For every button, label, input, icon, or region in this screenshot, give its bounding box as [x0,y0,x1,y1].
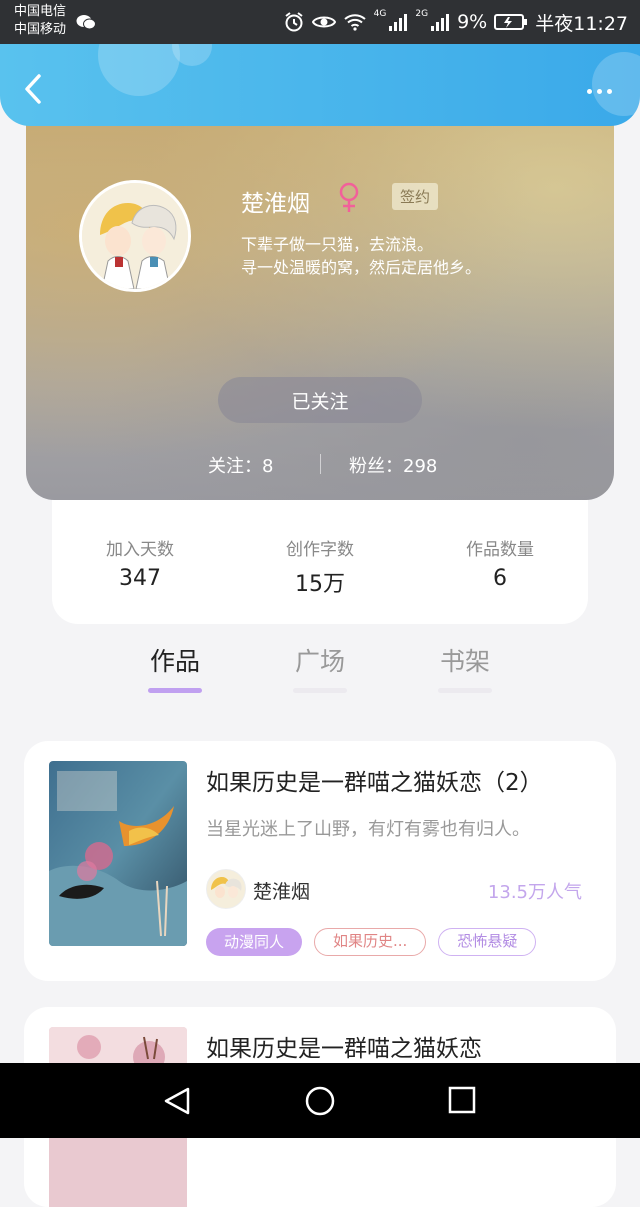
tab-indicator [293,688,347,693]
decor-bubble [98,44,180,96]
tab-label: 广场 [294,647,345,676]
stat-works-count: 作品数量 6 [420,535,580,591]
wifi-icon [344,14,366,31]
fans-count[interactable]: 粉丝：298 [349,452,437,478]
more-options-icon[interactable] [587,89,612,94]
carrier-1: 中国电信 [14,4,67,19]
stats-card: 加入天数 347 创作字数 15万 作品数量 6 [52,490,588,624]
stat-word-count: 创作字数 15万 [240,535,400,598]
system-nav-bar [0,1063,640,1138]
nav-home-icon[interactable] [303,1085,337,1119]
battery-percent: 9% [457,11,488,33]
network-type-1: 4G [373,9,387,19]
popularity-count: 13.5万人气 [487,882,582,903]
work-description: 当星光迷上了山野，有灯有雾也有归人。 [206,819,530,840]
status-bar: 中国电信 中国移动 4G 2G 9% 半夜11:27 [0,0,640,44]
signed-badge: 签约 [392,183,439,210]
username: 楚淮烟 [241,191,310,217]
author-avatar [206,869,246,909]
work-title[interactable]: 如果历史是一群喵之猫妖恋 [206,1029,482,1063]
tab-works[interactable]: 作品 [125,640,225,693]
tag-series[interactable]: 如果历史... [314,928,427,956]
user-bio: 下辈子做一只猫，去流浪。 寻一处温暖的窝，然后定居他乡。 [241,233,481,279]
profile-card: 楚淮烟 签约 下辈子做一只猫，去流浪。 寻一处温暖的窝，然后定居他乡。 已关注 … [26,110,614,500]
bio-line-1: 下辈子做一只猫，去流浪。 [241,235,434,254]
follow-counts: 关注：8 粉丝：298 [26,452,614,478]
stat-value: 347 [119,566,161,591]
work-card[interactable]: 如果历史是一群喵之猫妖恋（2） 当星光迷上了山野，有灯有雾也有归人。 楚淮烟 1… [24,741,616,981]
stat-label: 创作字数 [286,540,354,560]
stat-label: 加入天数 [106,540,174,560]
female-gender-icon [339,182,359,212]
decor-bubble [592,52,640,116]
signal-icon-2 [431,14,450,31]
battery-icon [494,14,528,30]
tab-indicator [148,688,202,693]
clock: 半夜11:27 [535,12,628,35]
carrier-2: 中国移动 [14,22,67,37]
signal-icon [389,14,408,31]
author-name: 楚淮烟 [253,881,311,903]
tag-genre[interactable]: 恐怖悬疑 [438,928,537,956]
tag-list: 动漫同人 如果历史... 恐怖悬疑 [206,928,537,956]
stat-value: 6 [493,566,507,591]
tab-indicator [438,688,492,693]
eye-icon [311,16,336,28]
work-title[interactable]: 如果历史是一群喵之猫妖恋（2） [206,763,543,797]
alarm-icon [285,12,303,32]
stat-join-days: 加入天数 347 [60,535,220,591]
top-header [0,44,640,126]
tab-bookshelf[interactable]: 书架 [415,640,515,693]
tab-label: 书架 [439,647,490,676]
nav-back-icon[interactable] [162,1085,194,1117]
tab-label: 作品 [149,647,200,676]
followed-button[interactable]: 已关注 [218,377,422,423]
book-cover[interactable] [49,761,187,946]
stat-value: 15万 [295,572,345,597]
tab-square[interactable]: 广场 [270,640,370,693]
wechat-icon [76,15,96,30]
carrier-info: 中国电信 中国移动 [14,3,66,39]
user-avatar[interactable] [79,180,191,292]
back-arrow-icon[interactable] [22,72,44,106]
tag-category[interactable]: 动漫同人 [206,928,303,956]
network-type-2: 2G [415,9,429,19]
following-count[interactable]: 关注：8 [208,452,273,478]
bio-line-2: 寻一处温暖的窝，然后定居他乡。 [241,258,482,277]
nav-recents-icon[interactable] [447,1085,477,1115]
content-tabs: 作品 广场 书架 [0,640,640,710]
divider [320,454,321,474]
stat-label: 作品数量 [466,540,534,560]
